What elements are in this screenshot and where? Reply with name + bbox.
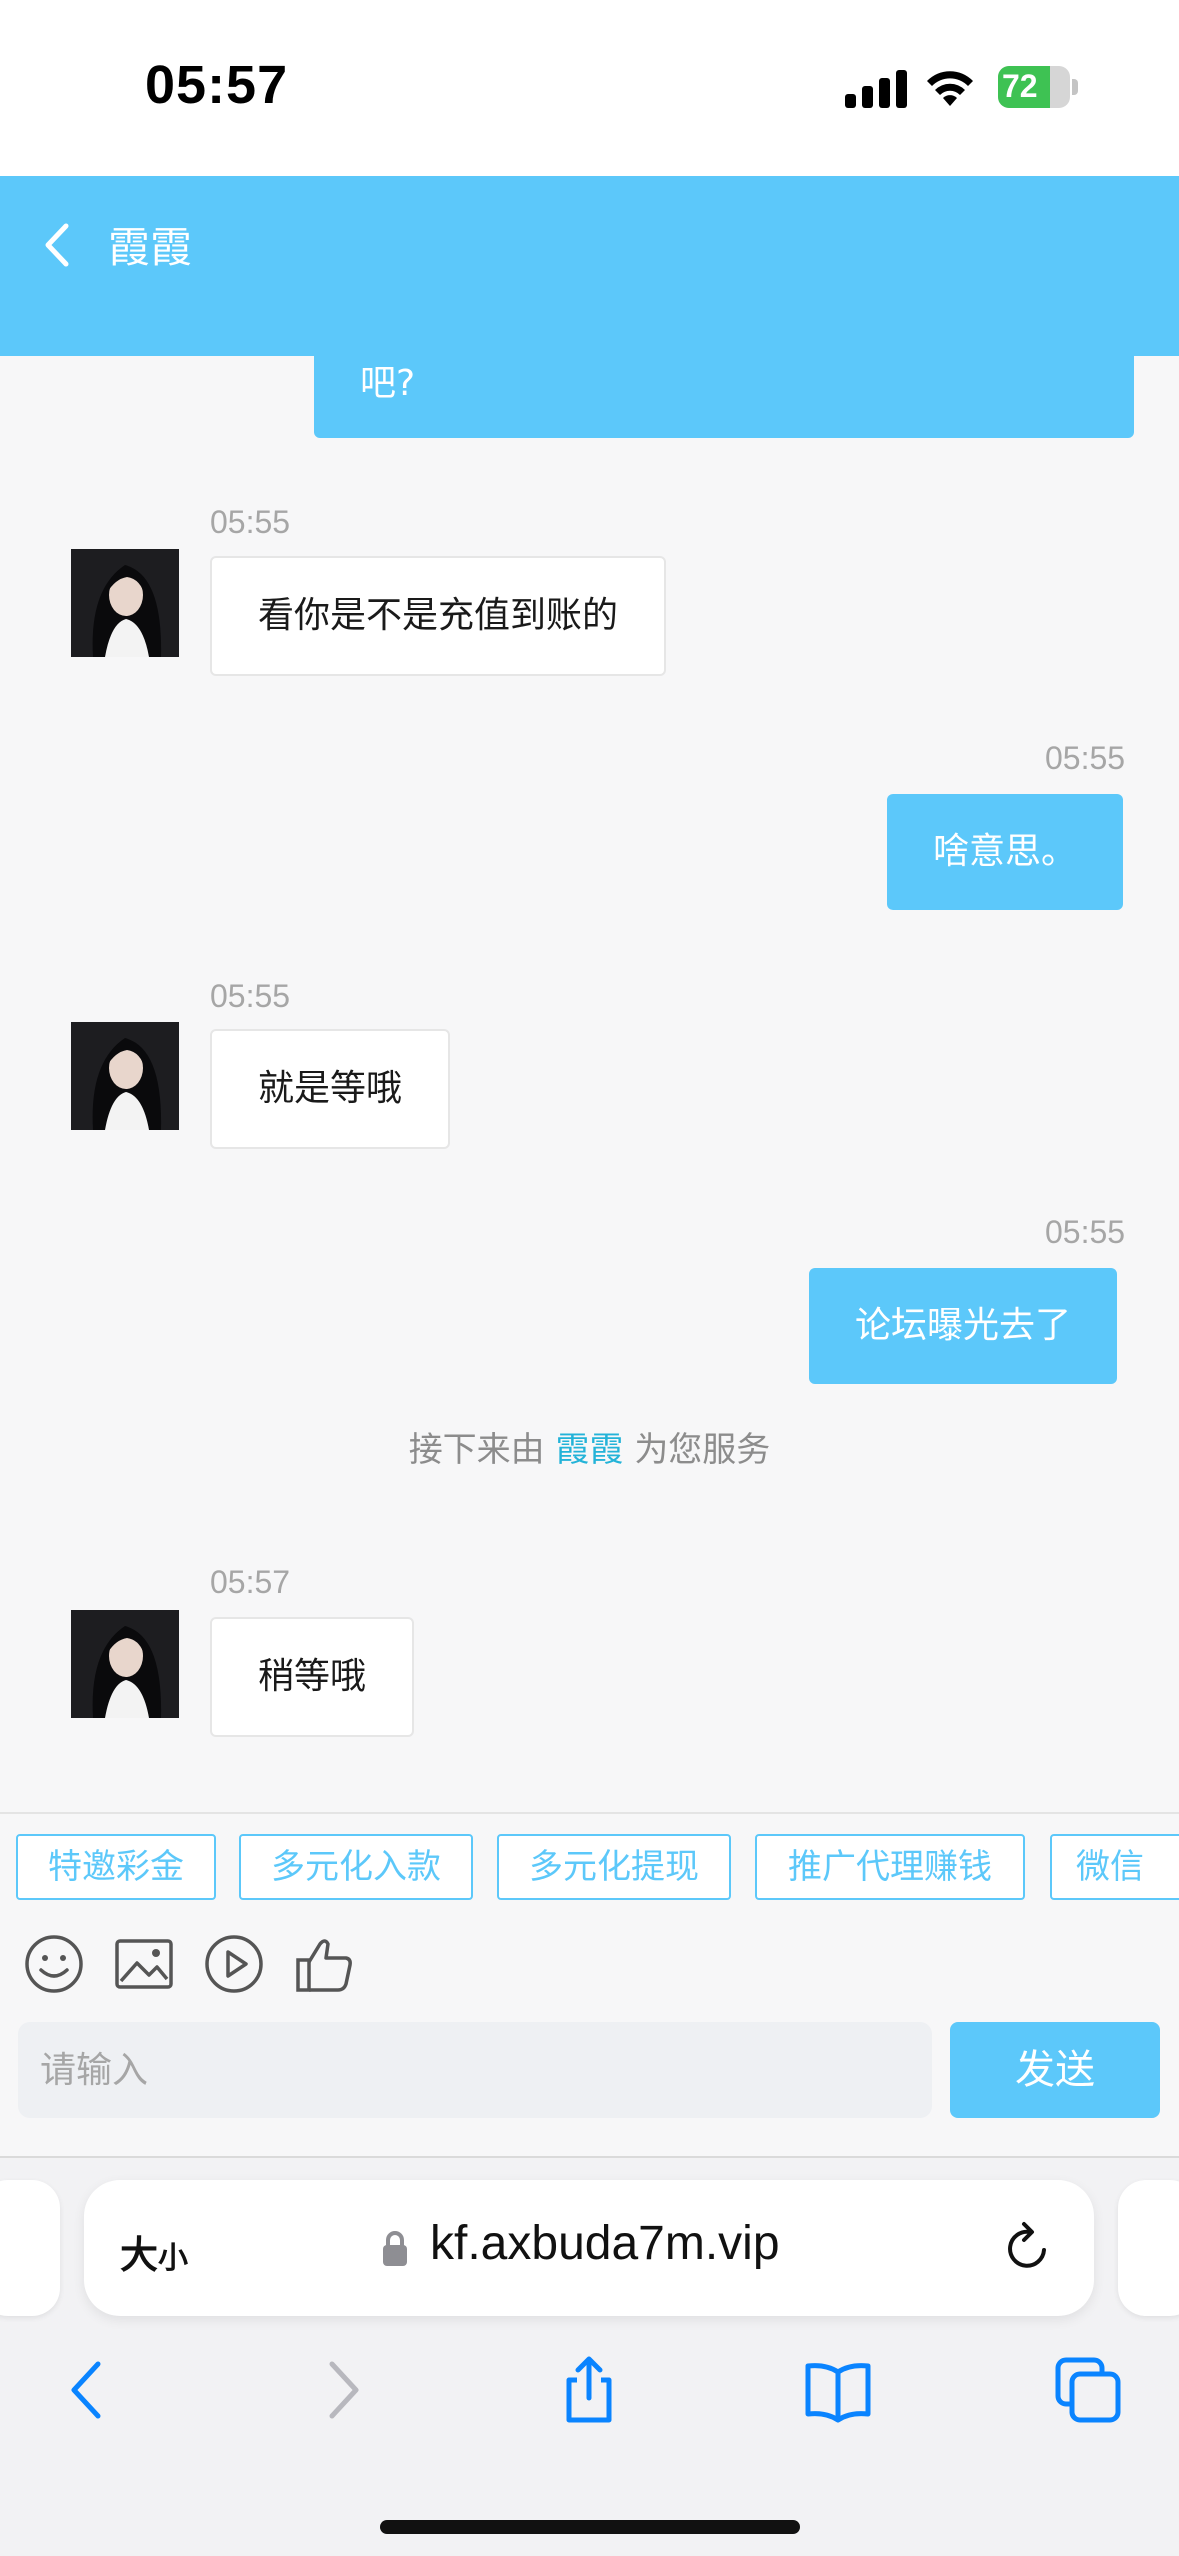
message-bubble: 看你是不是充值到账的 — [210, 556, 667, 676]
agent-avatar[interactable] — [71, 1610, 179, 1718]
status-bar: 05:57 72 — [0, 0, 1179, 176]
url-text: kf.axbuda7m.vip — [430, 2217, 780, 2270]
system-note-suffix: 为您服务 — [634, 1430, 771, 1470]
agent-avatar[interactable] — [71, 549, 179, 657]
send-button[interactable]: 发送 — [950, 2022, 1160, 2118]
message-time: 05:55 — [210, 978, 291, 1014]
forward-arrow-icon[interactable] — [306, 2354, 378, 2426]
message-time: 05:55 — [1045, 740, 1126, 776]
battery-level: 72 — [1002, 68, 1038, 104]
previous-tab-card[interactable] — [0, 2180, 60, 2316]
browser-toolbar: 大小 kf.axbuda7m.vip — [0, 2156, 1179, 2556]
status-time: 05:57 — [145, 55, 289, 115]
quick-reply-chip[interactable]: 特邀彩金 — [16, 1834, 216, 1900]
message-bubble: 就是等哦 — [210, 1029, 451, 1149]
message-bubble: 啥意思。 — [887, 794, 1124, 910]
message-text: 就是等哦 — [258, 1068, 403, 1109]
battery-icon: 72 — [998, 66, 1078, 108]
share-icon[interactable] — [553, 2354, 625, 2426]
message-text: 看你是不是充值到账的 — [258, 595, 619, 636]
bookmarks-icon[interactable] — [802, 2354, 874, 2426]
text-size-button[interactable]: 大小 — [120, 2224, 188, 2279]
agent-avatar[interactable] — [71, 1022, 179, 1130]
message-time: 05:55 — [1045, 1214, 1126, 1250]
message-time: 05:57 — [210, 1564, 291, 1600]
message-bubble: 论坛曝光去了 — [809, 1268, 1118, 1384]
quick-reply-chip[interactable]: 多元化入款 — [239, 1834, 473, 1900]
quick-reply-chip[interactable]: 多元化提现 — [497, 1834, 731, 1900]
message-time: 05:55 — [210, 504, 291, 540]
message-bubble: 稍等哦 — [210, 1617, 415, 1737]
back-arrow-icon[interactable] — [52, 2354, 124, 2426]
wifi-icon — [927, 71, 973, 106]
system-note: 接下来由 霞霞 为您服务 — [0, 1422, 1179, 1471]
message-bubble: 吧? — [314, 356, 1134, 438]
reload-icon[interactable] — [1000, 2220, 1056, 2276]
system-note-agent-name: 霞霞 — [555, 1430, 624, 1470]
chat-title: 霞霞 — [108, 223, 193, 272]
next-tab-card[interactable] — [1118, 2180, 1179, 2316]
message-text: 论坛曝光去了 — [855, 1305, 1072, 1346]
quick-reply-chip[interactable]: 推广代理赚钱 — [755, 1834, 1025, 1900]
tabs-icon[interactable] — [1052, 2354, 1124, 2426]
message-text: 啥意思。 — [933, 831, 1078, 872]
chat-area[interactable]: 吧? 05:55 看你是不是充值到账的 05:55 啥意思。 05:55 就是等… — [0, 356, 1179, 1812]
address-bar[interactable]: 大小 kf.axbuda7m.vip — [84, 2180, 1094, 2316]
composer: 特邀彩金 多元化入款 多元化提现 推广代理赚钱 微信 发送 — [0, 1812, 1179, 2158]
message-input[interactable] — [18, 2022, 932, 2118]
lock-icon — [383, 2231, 407, 2266]
system-note-prefix: 接下来由 — [408, 1430, 545, 1470]
thumbs-up-icon[interactable] — [292, 1932, 356, 1996]
quick-reply-chip[interactable]: 微信 — [1050, 1834, 1179, 1900]
message-text: 吧? — [360, 363, 416, 404]
message-text: 稍等哦 — [258, 1656, 367, 1697]
video-icon[interactable] — [202, 1932, 266, 1996]
chat-header: 霞霞 — [0, 176, 1179, 356]
screen: 05:57 72 霞霞 吧? 05:55 看你是不是充值到账的 05:55 啥意… — [0, 0, 1179, 2556]
emoji-icon[interactable] — [22, 1932, 86, 1996]
home-indicator[interactable] — [380, 2520, 800, 2534]
image-icon[interactable] — [112, 1932, 176, 1996]
back-icon[interactable] — [36, 212, 82, 278]
cellular-signal-icon — [845, 70, 907, 108]
